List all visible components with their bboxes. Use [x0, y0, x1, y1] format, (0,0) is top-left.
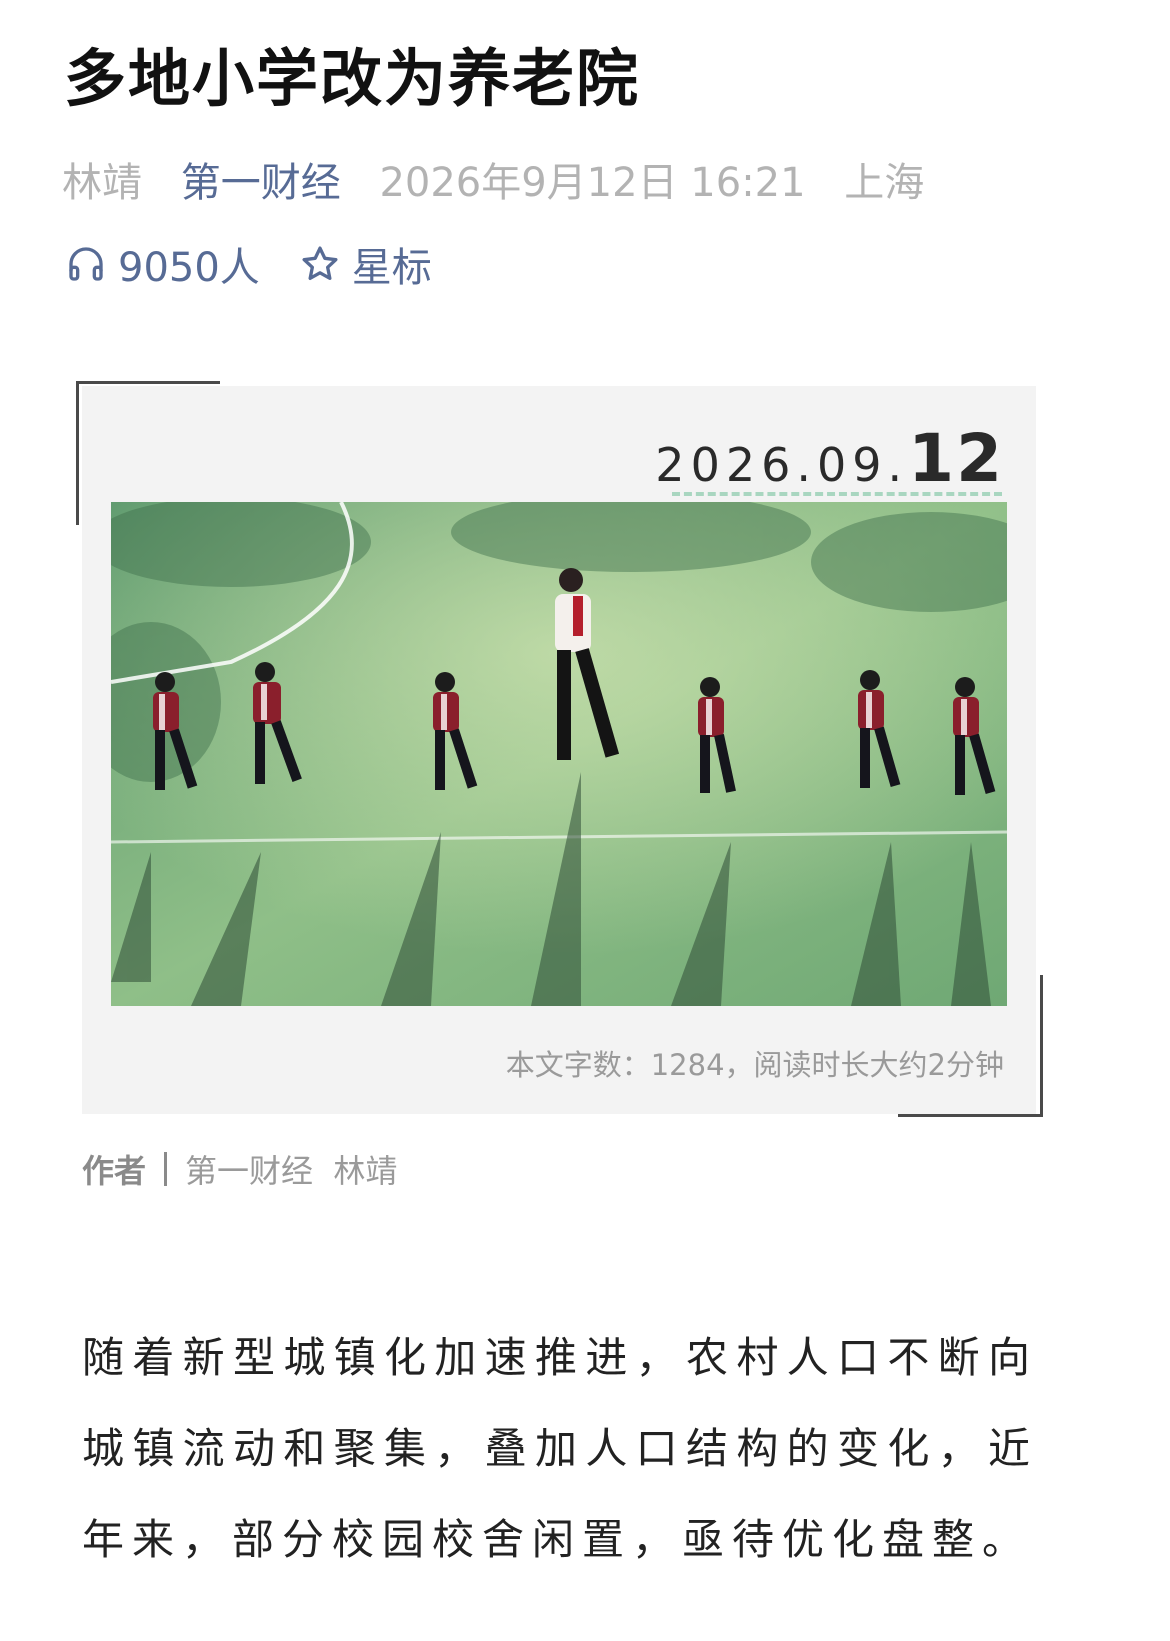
star-label: 星标: [351, 245, 432, 291]
publish-location: 上海: [844, 160, 925, 206]
date-dashed-underline: [672, 492, 1002, 496]
cover-photo[interactable]: [111, 502, 1007, 1006]
headphones-icon: [69, 247, 103, 281]
star-outline-icon: [302, 246, 338, 281]
author-name[interactable]: 林靖: [62, 160, 142, 206]
corner-bracket-top-left-vertical: [76, 381, 79, 525]
body-paragraph: 随着新型城镇化加速推进，农村人口不断向城镇流动和聚集，叠加人口结构的变化，近年来…: [82, 1333, 1038, 1564]
cover-date-day: 12: [908, 420, 1004, 497]
byline-divider: [164, 1152, 168, 1186]
article-actions: 9050人 星标: [66, 235, 472, 293]
corner-bracket-bottom-right-vertical: [1040, 975, 1043, 1117]
account-name[interactable]: 第一财经: [181, 160, 341, 206]
word-count-note: 本文字数：1284，阅读时长大约2分钟: [505, 1048, 1004, 1082]
byline: 作者 第一财经 林靖: [82, 1146, 397, 1192]
cover-date-prefix: 2026.09.: [655, 438, 909, 492]
star-button[interactable]: 星标: [300, 235, 432, 293]
publish-datetime: 2026年9月12日 16:21: [379, 160, 806, 206]
byline-label: 作者: [82, 1152, 147, 1190]
cover-date: 2026.09.12: [655, 420, 1004, 497]
article-title: 多地小学改为养老院: [64, 42, 641, 115]
listen-button[interactable]: 9050人: [66, 235, 260, 293]
byline-value: 第一财经 林靖: [185, 1152, 398, 1190]
article-meta: 林靖 第一财经 2026年9月12日 16:21 上海: [62, 150, 950, 208]
corner-bracket-top-left: [76, 381, 220, 384]
corner-bracket-bottom-right: [898, 1114, 1043, 1117]
listener-count: 9050人: [118, 245, 260, 291]
